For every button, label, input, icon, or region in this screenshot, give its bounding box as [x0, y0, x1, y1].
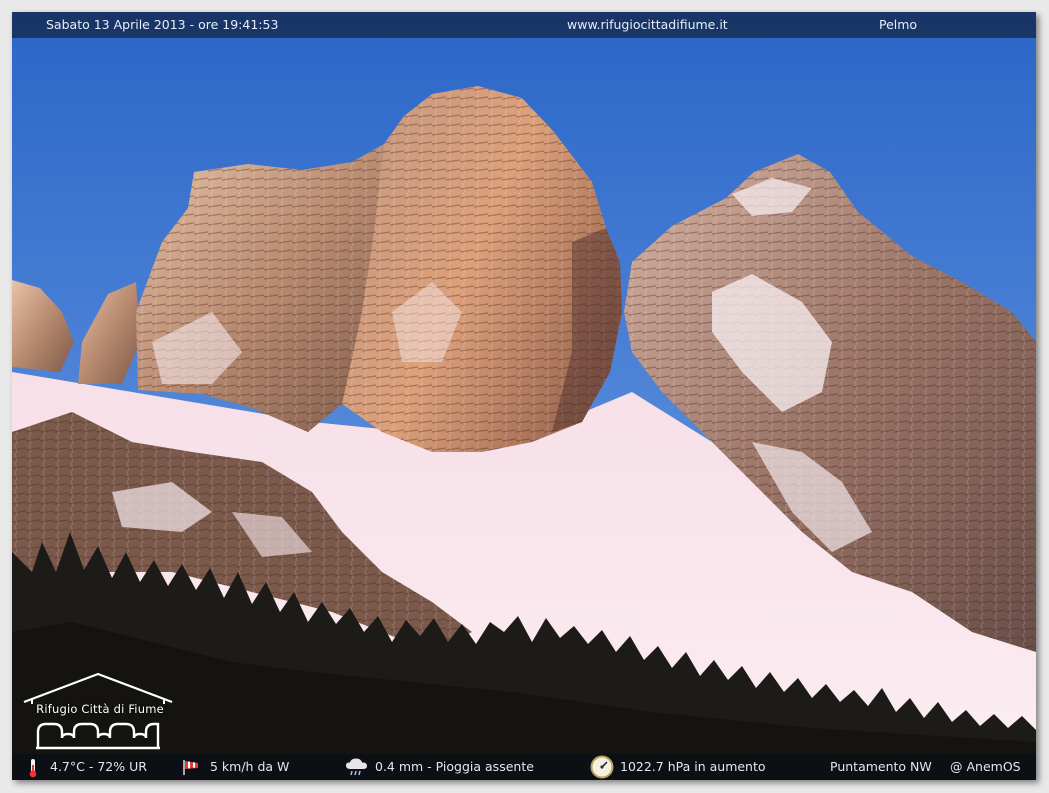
pressure-label: 1022.7 hPa in aumento [620, 759, 766, 774]
camera-name-label: Pelmo [879, 17, 918, 32]
credit-label: @ AnemOS [950, 759, 1021, 774]
rain-label: 0.4 mm - Pioggia assente [375, 759, 534, 774]
rifugio-logo: Rifugio Città di Fiume [18, 668, 180, 750]
webcam-frame: Sabato 13 Aprile 2013 - ore 19:41:53 www… [12, 12, 1036, 780]
mountain-scene [12, 12, 1036, 780]
wind-label: 5 km/h da W [210, 759, 290, 774]
windsock-icon [183, 760, 198, 775]
datetime-label: Sabato 13 Aprile 2013 - ore 19:41:53 [46, 17, 279, 32]
barometer-icon [590, 755, 614, 779]
temperature-humidity-label: 4.7°C - 72% UR [50, 759, 147, 774]
logo-text: Rifugio Città di Fiume [36, 702, 164, 716]
weather-info-bar: 4.7°C - 72% UR 5 km/h da W 0.4 mm - Piog… [12, 754, 1036, 780]
thermometer-icon [29, 759, 37, 778]
website-label: www.rifugiocittadifiume.it [567, 17, 728, 32]
pointing-label: Puntamento NW [830, 759, 932, 774]
rain-cloud-icon [346, 758, 367, 776]
webcam-header-bar: Sabato 13 Aprile 2013 - ore 19:41:53 www… [12, 12, 1036, 38]
